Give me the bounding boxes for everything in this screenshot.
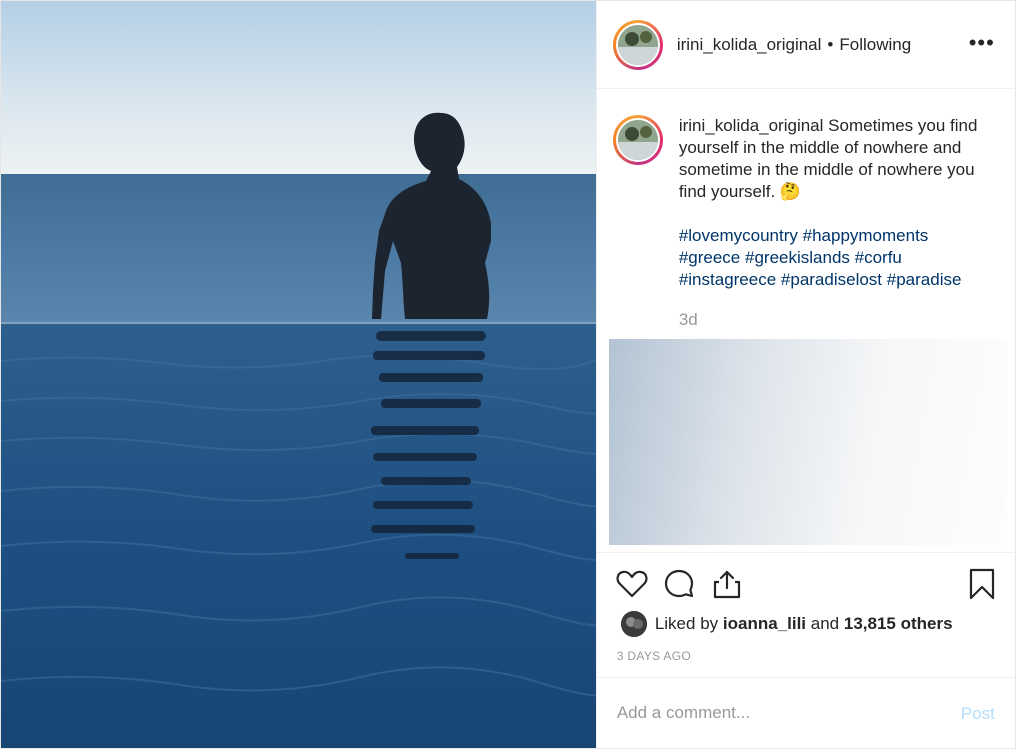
post-comment-button[interactable]: Post (961, 704, 995, 724)
post-date[interactable]: 3 DAYS AGO (617, 649, 691, 663)
post-photo[interactable] (1, 1, 596, 748)
hashtag-list: #lovemycountry #happymoments #greece #gr… (679, 225, 979, 291)
photo-image (1, 1, 596, 748)
caption-time: 3d (678, 310, 698, 329)
author-avatar-image (615, 22, 660, 67)
action-bar (596, 552, 1016, 612)
liked-by-prefix: Liked by (654, 614, 719, 633)
hashtag-link[interactable]: #happymoments (803, 226, 929, 245)
caption-avatar-image (615, 118, 660, 162)
liked-by-and: and (810, 614, 840, 633)
more-options-icon[interactable]: ••• (969, 32, 995, 54)
comment-bar: Post (596, 677, 1016, 748)
bookmark-icon[interactable] (965, 567, 999, 601)
instagram-post: irini_kolida_original • Following ••• ir… (0, 0, 1016, 749)
post-details-panel: irini_kolida_original • Following ••• ir… (595, 1, 1016, 748)
author-username[interactable]: irini_kolida_original (677, 35, 822, 55)
caption-block: irini_kolida_original Sometimes you find… (612, 115, 1003, 331)
heart-icon[interactable] (615, 567, 649, 601)
likes-summary: Liked by ioanna_lili and 13,815 others (620, 611, 953, 637)
caption-avatar[interactable] (612, 115, 663, 165)
caption-body: irini_kolida_original Sometimes you find… (679, 115, 979, 331)
hashtag-link[interactable]: #greece (679, 248, 740, 267)
comments-loading-placeholder (608, 339, 1007, 545)
post-header: irini_kolida_original • Following ••• (596, 1, 1016, 89)
header-names: irini_kolida_original • Following (677, 35, 911, 55)
liker-username[interactable]: ioanna_lili (723, 614, 806, 634)
caption-username[interactable]: irini_kolida_original (679, 116, 824, 135)
comment-input[interactable] (616, 703, 937, 723)
hashtag-link[interactable]: #lovemycountry (679, 226, 798, 245)
following-button[interactable]: Following (839, 35, 911, 55)
likes-others-count[interactable]: 13,815 others (844, 614, 953, 634)
liker-avatar[interactable] (620, 611, 647, 637)
comment-icon[interactable] (662, 567, 696, 601)
share-icon[interactable] (710, 567, 744, 601)
follow-separator: • (827, 34, 834, 54)
hashtag-link[interactable]: #greekislands (745, 248, 850, 267)
hashtag-link[interactable]: #corfu (855, 248, 902, 267)
caption-text-line: irini_kolida_original Sometimes you find… (679, 115, 979, 203)
author-avatar[interactable] (612, 19, 663, 70)
hashtag-link[interactable]: #paradiselost (781, 270, 882, 289)
hashtag-link[interactable]: #paradise (887, 270, 962, 289)
hashtag-link[interactable]: #instagreece (679, 270, 776, 289)
